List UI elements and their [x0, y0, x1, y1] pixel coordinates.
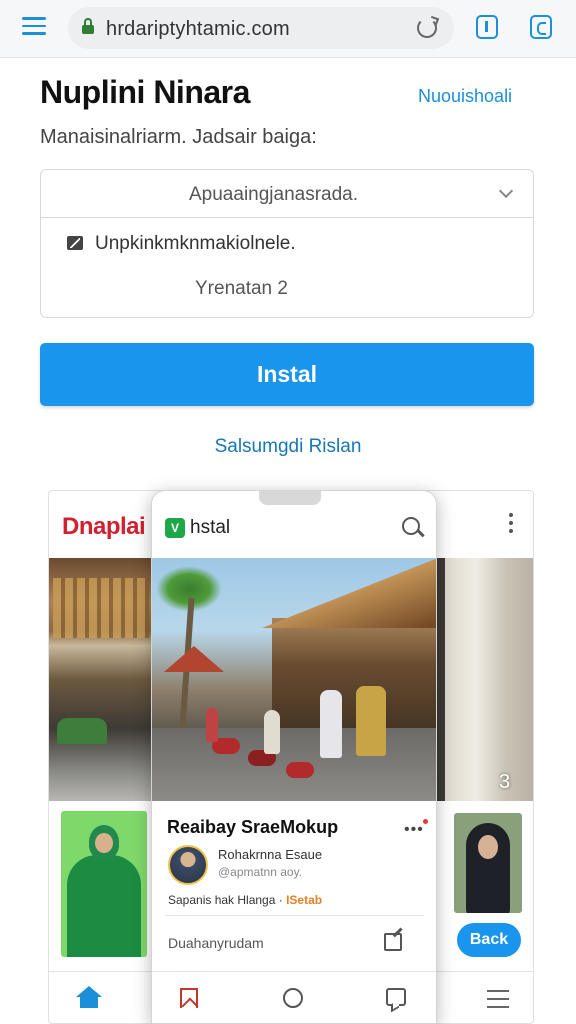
lock-icon — [82, 18, 94, 34]
page-subtitle: Manaisinalriarm. Jadsair baiga: — [40, 126, 317, 148]
install-options-form: Apuaaingjanasrada. Unpkinkmknmakiolnele.… — [40, 169, 534, 318]
profile-name: Rohakrnna Esaue — [218, 847, 323, 862]
more-options-icon[interactable]: ••• — [404, 819, 428, 839]
back-button[interactable]: Back — [457, 923, 521, 957]
menu-icon[interactable] — [22, 17, 46, 37]
edit-icon[interactable] — [384, 933, 402, 951]
option-checkbox-row[interactable]: Unpkinkmknmakiolnele. — [41, 218, 533, 268]
preview-brand: Dnaplai — [62, 513, 146, 540]
checkbox-label: Unpkinkmknmakiolnele. — [95, 233, 296, 254]
checkbox-icon[interactable] — [67, 236, 83, 250]
header-link[interactable]: Nuouishoali — [418, 86, 512, 107]
kebab-icon[interactable] — [509, 513, 513, 533]
avatar — [454, 813, 522, 913]
select-value: Apuaaingjanasrada. — [189, 184, 359, 205]
menu-icon[interactable] — [487, 990, 509, 1008]
version-value: Yrenatan 2 — [195, 278, 288, 299]
circle-icon[interactable] — [283, 988, 303, 1008]
divider — [166, 915, 424, 916]
comment-field[interactable]: Duahanyrudam — [168, 935, 264, 951]
page-title: Nuplini Ninara — [40, 74, 250, 110]
promo-label: Sapanis hak Hlanga · — [168, 893, 283, 907]
phone-notch — [259, 491, 321, 505]
reload-icon[interactable] — [417, 18, 437, 38]
version-field[interactable]: Yrenatan 2 — [41, 268, 533, 318]
tabs-icon[interactable] — [476, 15, 498, 39]
chevron-down-icon[interactable] — [498, 183, 514, 199]
browser-toolbar: hrdariptyhtamic.com — [0, 0, 576, 58]
chat-icon[interactable] — [386, 988, 406, 1006]
address-bar[interactable]: hrdariptyhtamic.com — [68, 7, 454, 49]
photo-count: 3 — [499, 771, 511, 793]
url-text[interactable]: hrdariptyhtamic.com — [106, 18, 290, 41]
app-name: hstal — [190, 517, 231, 538]
install-button[interactable]: Instal — [40, 343, 534, 406]
app-logo-icon: V — [165, 518, 185, 538]
extensions-icon[interactable] — [530, 15, 552, 39]
preview-photo-left — [49, 558, 153, 801]
option-select[interactable]: Apuaaingjanasrada. — [41, 170, 533, 218]
preview-photo-right — [437, 558, 533, 801]
phone-preview: V hstal Reaibay SraeMokup ••• Rohakrnna … — [151, 490, 437, 1024]
search-icon[interactable] — [402, 517, 420, 535]
avatar — [61, 811, 147, 957]
phone-bottom-nav — [152, 971, 436, 1023]
home-icon[interactable] — [76, 986, 102, 1010]
alternate-install-link[interactable]: Salsumgdi Rislan — [0, 436, 576, 458]
profile-handle: @apmatnn aoy. — [218, 865, 303, 879]
main-photo — [152, 558, 436, 801]
promo-text: Sapanis hak Hlanga · ISetab — [168, 893, 322, 907]
avatar[interactable] — [168, 845, 208, 885]
promo-highlight[interactable]: ISetab — [286, 893, 322, 907]
bookmark-icon[interactable] — [180, 988, 198, 1008]
profile-title: Reaibay SraeMokup — [167, 817, 339, 837]
